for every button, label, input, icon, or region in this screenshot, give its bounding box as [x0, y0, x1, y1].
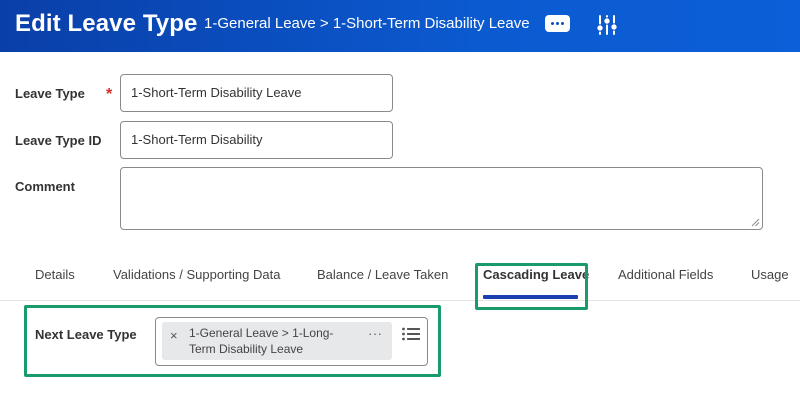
leave-type-id-label: Leave Type ID	[15, 133, 102, 148]
comment-label: Comment	[15, 179, 75, 194]
tab-additional-fields[interactable]: Additional Fields	[618, 267, 713, 282]
required-indicator: *	[106, 86, 113, 103]
list-icon[interactable]	[401, 326, 421, 342]
leave-type-label: Leave Type	[15, 86, 85, 101]
highlight-box-tab	[475, 263, 588, 310]
tab-validations-supporting-data[interactable]: Validations / Supporting Data	[113, 267, 280, 282]
page-title: Edit Leave Type	[15, 10, 198, 37]
selected-leave-text: 1-General Leave > 1-Long- Term Disabilit…	[189, 325, 349, 357]
breadcrumb[interactable]: 1-General Leave > 1-Short-Term Disabilit…	[204, 15, 530, 32]
page-header: Edit Leave Type 1-General Leave > 1-Shor…	[0, 0, 800, 52]
leave-type-id-input[interactable]: 1-Short-Term Disability	[120, 121, 393, 159]
tab-bar: Details Validations / Supporting Data Ba…	[0, 255, 800, 301]
tab-details[interactable]: Details	[35, 267, 75, 282]
ellipsis-icon[interactable]	[545, 15, 570, 32]
tab-balance-leave-taken[interactable]: Balance / Leave Taken	[317, 267, 448, 282]
remove-selection-icon[interactable]: ×	[170, 328, 178, 343]
chip-more-icon[interactable]: ···	[368, 326, 383, 341]
resize-grip-icon[interactable]	[751, 218, 760, 227]
selected-leave-line2: Term Disability Leave	[189, 342, 304, 356]
selected-leave-line1: 1-General Leave > 1-Long-	[189, 326, 334, 340]
comment-textarea[interactable]	[120, 167, 763, 230]
tab-usage[interactable]: Usage	[751, 267, 789, 282]
next-leave-type-label: Next Leave Type	[35, 327, 137, 342]
leave-type-input[interactable]: 1-Short-Term Disability Leave	[120, 74, 393, 112]
sliders-icon[interactable]	[596, 13, 618, 37]
